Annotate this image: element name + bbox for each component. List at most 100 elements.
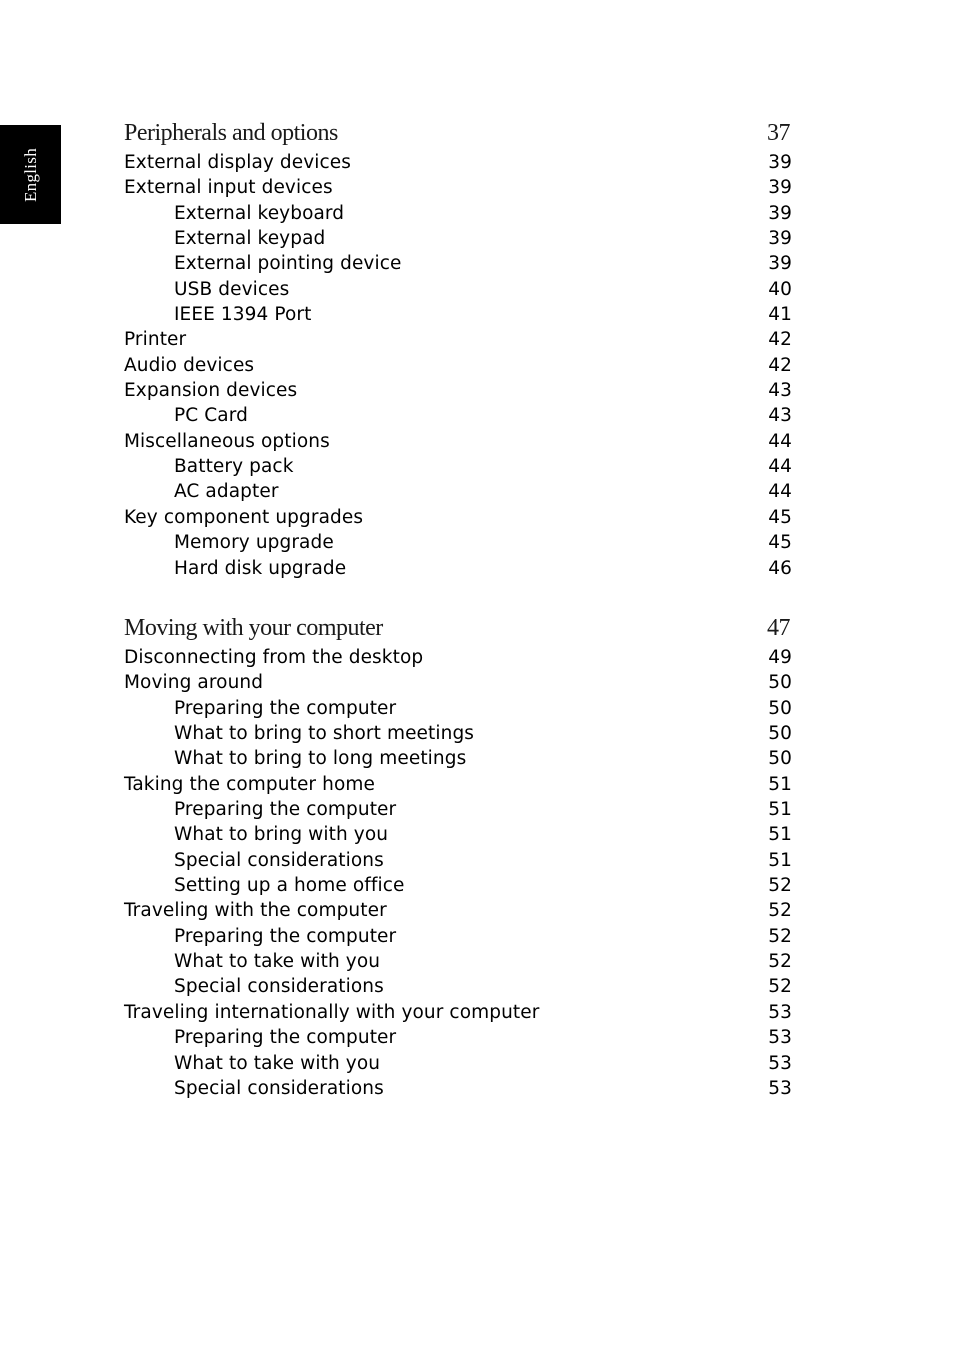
entry-title: AC adapter [174,481,279,503]
toc-entry[interactable]: Expansion devices 43 [124,378,792,403]
entry-title: External input devices [124,177,333,199]
toc-entry[interactable]: Hard disk upgrade 46 [124,556,792,581]
entry-page-number: 50 [768,697,792,719]
toc-entry[interactable]: Preparing the computer 51 [124,797,792,822]
toc-entry[interactable]: Traveling with the computer 52 [124,898,792,923]
entry-title: What to take with you [174,951,381,973]
toc-entry[interactable]: Memory upgrade 45 [124,530,792,555]
entry-title: Preparing the computer [174,799,397,821]
toc-entry[interactable]: What to bring to short meetings 50 [124,721,792,746]
entry-page-number: 40 [768,278,792,300]
section-heading[interactable]: Peripherals and options 37 [124,120,792,150]
entry-page-number: 53 [768,1052,792,1074]
entry-title: Hard disk upgrade [174,557,347,579]
entry-page-number: 49 [768,647,792,668]
entry-page-number: 43 [768,380,792,402]
toc-entry[interactable]: Taking the computer home 51 [124,772,792,797]
entry-title: What to bring to short meetings [174,723,475,745]
toc-entry[interactable]: Moving around 50 [124,670,792,695]
entry-title: Miscellaneous options [124,430,330,452]
toc-section: Peripherals and options 37 External disp… [124,120,792,581]
entry-page-number: 45 [768,506,792,528]
entry-page-number: 43 [768,405,792,427]
entry-page-number: 53 [768,1001,792,1023]
toc-entry[interactable]: Battery pack 44 [124,454,792,479]
entry-page-number: 39 [768,152,792,173]
entry-page-number: 45 [768,532,792,554]
entry-title: What to bring to long meetings [174,748,467,770]
entry-page-number: 46 [768,557,792,579]
entry-title: Preparing the computer [174,697,397,719]
toc-entry[interactable]: What to take with you 53 [124,1051,792,1076]
entry-page-number: 50 [768,748,792,770]
entry-page-number: 50 [768,723,792,745]
toc-entry[interactable]: External display devices 39 [124,150,792,175]
section-heading[interactable]: Moving with your computer 47 [124,615,792,645]
toc-entry[interactable]: Preparing the computer 53 [124,1025,792,1050]
toc-entry[interactable]: Special considerations 52 [124,974,792,999]
entry-title: Disconnecting from the desktop [124,647,424,668]
toc-entry[interactable]: Traveling internationally with your comp… [124,1000,792,1025]
entry-page-number: 44 [768,430,792,452]
entry-title: External pointing device [174,253,402,275]
entry-title: What to bring with you [174,824,389,846]
entry-page-number: 52 [768,875,792,897]
toc-entry[interactable]: Audio devices 42 [124,353,792,378]
entry-title: Preparing the computer [174,925,397,947]
toc-entry[interactable]: Disconnecting from the desktop 49 [124,645,792,670]
entry-list: External display devices 39 External input… [124,150,792,581]
toc-entry[interactable]: External pointing device 39 [124,251,792,276]
entry-title: Traveling with the computer [124,900,387,922]
toc-entry[interactable]: What to take with you 52 [124,949,792,974]
entry-page-number: 51 [768,824,792,846]
toc-entry[interactable]: Miscellaneous options 44 [124,429,792,454]
entry-title: Key component upgrades [124,506,364,528]
entry-page-number: 51 [768,773,792,795]
toc-entry[interactable]: Preparing the computer 52 [124,924,792,949]
toc-entry[interactable]: Printer 42 [124,327,792,352]
toc-entry[interactable]: External input devices 39 [124,175,792,200]
entry-list: Disconnecting from the desktop 49 Moving a… [124,645,792,1101]
entry-page-number: 52 [768,900,792,922]
entry-page-number: 53 [768,1077,792,1099]
entry-title: PC Card [174,405,248,427]
entry-title: Memory upgrade [174,532,334,554]
entry-title: External display devices [124,152,352,173]
toc-entry[interactable]: IEEE 1394 Port 41 [124,302,792,327]
entry-title: Special considerations [174,849,384,871]
section-page-number: 47 [767,615,791,641]
entry-page-number: 44 [768,481,792,503]
toc-entry[interactable]: What to bring with you 51 [124,822,792,847]
toc-entry[interactable]: Key component upgrades 45 [124,505,792,530]
toc-entry[interactable]: USB devices 40 [124,277,792,302]
toc-entry[interactable]: PC Card 43 [124,403,792,428]
toc-section: Moving with your computer 47 Disconnecti… [124,615,792,1101]
entry-title: USB devices [174,278,290,300]
entry-title: Preparing the computer [174,1027,397,1049]
toc-entry[interactable]: Preparing the computer 50 [124,696,792,721]
entry-title: Expansion devices [124,380,298,402]
toc-entry[interactable]: External keyboard 39 [124,201,792,226]
entry-title: IEEE 1394 Port [174,304,312,326]
entry-page-number: 52 [768,925,792,947]
entry-page-number: 50 [768,672,792,694]
section-title: Peripherals and options [124,120,338,146]
toc-entry[interactable]: Setting up a home office 52 [124,873,792,898]
toc-entry[interactable]: Special considerations 53 [124,1076,792,1101]
toc-entry[interactable]: AC adapter 44 [124,479,792,504]
entry-title: What to take with you [174,1052,381,1074]
language-side-tab: English [0,125,61,224]
entry-title: External keypad [174,228,326,250]
entry-title: External keyboard [174,202,345,224]
toc-entry[interactable]: Special considerations 51 [124,848,792,873]
entry-title: Printer [124,329,187,351]
entry-page-number: 41 [768,304,792,326]
language-label: English [20,147,40,202]
entry-title: Special considerations [174,1077,384,1099]
toc-entry[interactable]: External keypad 39 [124,226,792,251]
toc-entry[interactable]: What to bring to long meetings 50 [124,746,792,771]
entry-title: Battery pack [174,456,294,478]
section-page-number: 37 [767,120,791,146]
entry-page-number: 52 [768,951,792,973]
entry-title: Special considerations [174,976,384,998]
